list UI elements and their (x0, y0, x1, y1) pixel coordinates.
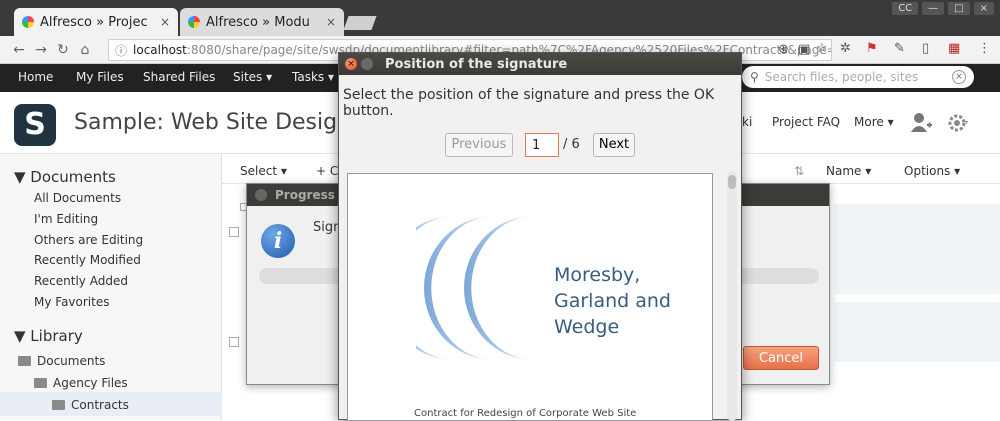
signature-position-dialog: × Position of the signature Select the p… (338, 52, 742, 421)
scrollbar-thumb[interactable] (728, 175, 736, 189)
create-menu[interactable]: + C (316, 164, 338, 178)
forward-arrow-icon[interactable]: → (30, 42, 52, 58)
folder-label: Contracts (71, 398, 129, 412)
document-preview[interactable]: Moresby, Garland and Wedge Contract for … (347, 173, 713, 421)
site-nav-more[interactable]: More ▾ (854, 115, 894, 129)
translate-icon[interactable]: ▣ (798, 42, 810, 57)
clear-search-icon[interactable]: × (952, 70, 966, 84)
dialog-close-icon[interactable] (255, 189, 267, 201)
company-name: Moresby, Garland and Wedge (554, 262, 671, 340)
page-number-input[interactable] (525, 133, 559, 157)
bookmark-star-icon[interactable]: ☆ (816, 41, 828, 56)
select-menu[interactable]: Select ▾ (240, 164, 287, 178)
document-icon[interactable]: ▯ (922, 41, 929, 56)
search-icon: ⚲ (750, 70, 759, 84)
page-total: / 6 (563, 137, 580, 152)
eyedropper-icon[interactable]: ✎ (894, 41, 905, 56)
site-nav-project-faq[interactable]: Project FAQ (772, 115, 840, 129)
instruction-text: Select the position of the signature and… (343, 87, 715, 119)
maximize-button[interactable]: □ (948, 2, 970, 15)
folder-icon (18, 356, 31, 366)
filter-my-favorites[interactable]: My Favorites (34, 295, 109, 309)
minimize-button[interactable]: — (922, 2, 945, 15)
flag-icon[interactable]: ▦ (948, 41, 960, 56)
new-tab-button[interactable] (343, 16, 377, 30)
tab-title: Alfresco » Modu (206, 14, 310, 30)
url-host: localhost (133, 43, 187, 57)
tree-folder-documents[interactable]: Documents (18, 354, 105, 368)
folder-label: Agency Files (53, 376, 128, 390)
filter-recently-added[interactable]: Recently Added (34, 274, 128, 288)
browser-tab-1[interactable]: Alfresco » Projec × (14, 8, 178, 36)
alfresco-favicon-icon (188, 16, 200, 28)
browser-tab-2[interactable]: Alfresco » Modu × (180, 8, 344, 36)
menu-dots-icon[interactable]: ⋮ (978, 41, 991, 56)
company-line-2: Garland and (554, 290, 671, 312)
nav-tasks[interactable]: Tasks ▾ (292, 70, 334, 84)
folder-label: Documents (37, 354, 106, 368)
tree-folder-contracts[interactable]: Contracts (52, 398, 129, 412)
zoom-icon[interactable]: ⊕ (778, 42, 789, 57)
doclist-row-background (834, 204, 1000, 294)
nav-home[interactable]: Home (18, 70, 53, 84)
sort-direction-icon[interactable]: ⇅ (794, 164, 804, 178)
minimize-icon[interactable] (361, 58, 373, 70)
library-heading[interactable]: ▼ Library (14, 327, 83, 345)
info-icon: i (261, 224, 295, 258)
company-logo-crescents (416, 216, 534, 360)
site-title: Sample: Web Site Design Project (74, 110, 342, 135)
browser-tab-bar: Alfresco » Projec × Alfresco » Modu × CC… (0, 0, 1000, 36)
sort-name-menu[interactable]: Name ▾ (826, 164, 871, 178)
filter-im-editing[interactable]: I'm Editing (34, 212, 98, 226)
nav-sites[interactable]: Sites ▾ (233, 70, 272, 84)
gear-icon[interactable]: ✲ (840, 41, 851, 56)
row-checkbox[interactable] (229, 337, 239, 347)
home-icon[interactable]: ⌂ (74, 42, 96, 58)
close-icon[interactable]: × (345, 58, 357, 70)
nav-my-files[interactable]: My Files (76, 70, 124, 84)
company-line-1: Moresby, (554, 264, 641, 286)
doclist-row-background (834, 302, 1000, 362)
preview-scrollbar[interactable] (727, 171, 737, 421)
filter-all-documents[interactable]: All Documents (34, 191, 121, 205)
dialog-title: Position of the signature (385, 56, 568, 72)
options-menu[interactable]: Options ▾ (904, 164, 960, 178)
next-page-button[interactable]: Next (593, 133, 635, 157)
site-settings-gear-icon[interactable] (946, 111, 970, 135)
company-line-3: Wedge (554, 316, 620, 338)
progress-title: Progress (275, 188, 335, 202)
search-placeholder: Search files, people, sites (764, 70, 919, 84)
row-checkbox[interactable] (229, 227, 239, 237)
contract-title-text: Contract for Redesign of Corporate Web S… (414, 408, 637, 419)
nav-shared-files[interactable]: Shared Files (143, 70, 215, 84)
add-user-icon[interactable] (910, 111, 932, 133)
site-logo: S (14, 104, 56, 146)
profile-badge[interactable]: CC (892, 2, 919, 15)
extension-icon[interactable]: ⚑ (866, 41, 878, 56)
tab-title: Alfresco » Projec (40, 14, 148, 30)
filter-recently-modified[interactable]: Recently Modified (34, 253, 141, 267)
folder-icon (34, 378, 47, 388)
documents-heading[interactable]: ▼ Documents (14, 168, 116, 186)
back-arrow-icon[interactable]: ← (8, 42, 30, 58)
reload-icon[interactable]: ↻ (52, 42, 74, 58)
cancel-button[interactable]: Cancel (743, 346, 819, 370)
tree-folder-agency-files[interactable]: Agency Files (34, 376, 128, 390)
site-nav-wiki[interactable]: ki (742, 115, 752, 129)
global-search-input[interactable]: ⚲ Search files, people, sites × (742, 66, 974, 88)
alfresco-favicon-icon (22, 16, 34, 28)
window-controls: CC — □ × (892, 2, 994, 15)
folder-icon (52, 400, 65, 410)
filter-others-editing[interactable]: Others are Editing (34, 233, 143, 247)
tab-close-icon[interactable]: × (160, 15, 170, 29)
signature-titlebar: × Position of the signature (339, 53, 741, 75)
tab-close-icon[interactable]: × (326, 15, 336, 29)
info-icon: ⓘ (115, 43, 128, 58)
previous-page-button[interactable]: Previous (445, 133, 513, 157)
close-window-button[interactable]: × (973, 2, 994, 15)
